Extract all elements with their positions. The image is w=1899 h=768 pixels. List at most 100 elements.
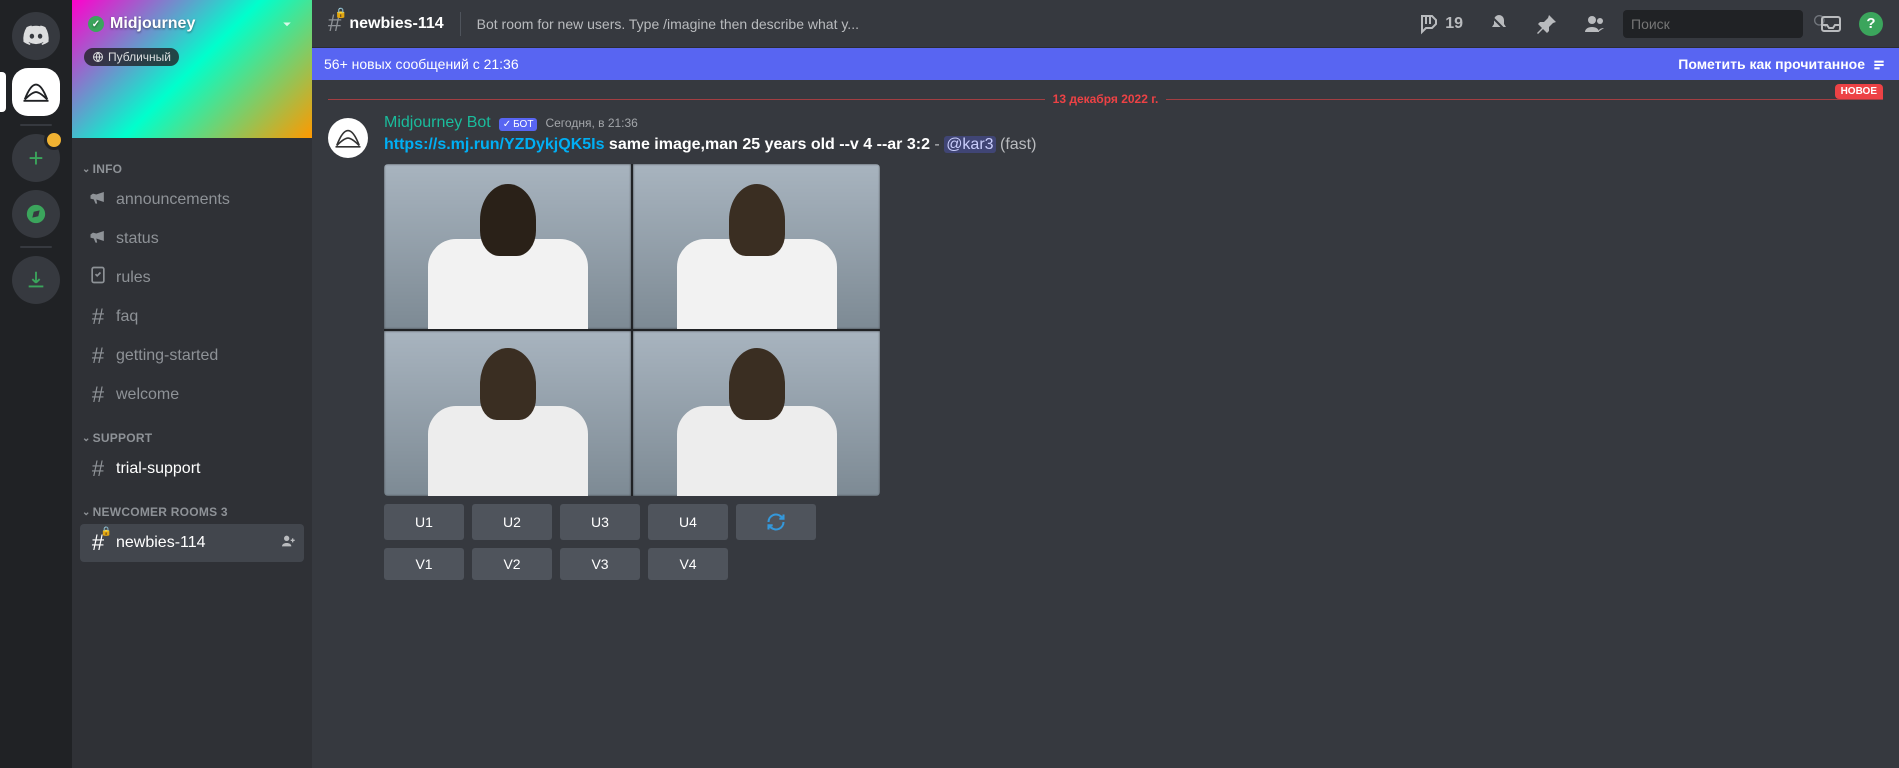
channel-label: rules (116, 269, 151, 287)
grid-image-1 (384, 164, 631, 329)
channel-topic[interactable]: Bot room for new users. Type /imagine th… (477, 16, 859, 32)
mention[interactable]: @kar3 (944, 136, 995, 153)
variation-v1-button[interactable]: V1 (384, 548, 464, 580)
update-badge (44, 130, 64, 150)
grid-image-2 (633, 164, 880, 329)
pinned-button[interactable] (1527, 12, 1567, 36)
help-button[interactable]: ? (1859, 12, 1883, 36)
category-newcomer-rooms-3[interactable]: ⌄ NEWCOMER ROOMS 3 (80, 489, 312, 523)
megaphone-icon (88, 187, 108, 213)
server-midjourney[interactable] (12, 68, 60, 116)
hash-icon: # (88, 382, 108, 408)
hashlock-icon: #🔒 (88, 530, 108, 556)
action-buttons: U1U2U3U4 V1V2V3V4 (384, 504, 1883, 580)
mark-read-icon (1871, 56, 1887, 72)
channel-title: newbies-114 (349, 15, 443, 33)
bot-tag: ✓ БОТ (499, 118, 538, 131)
channel-getting-started[interactable]: # getting-started (80, 337, 304, 375)
upscale-u1-button[interactable]: U1 (384, 504, 464, 540)
hash-icon: # (88, 343, 108, 369)
rules-icon (88, 265, 108, 291)
channel-welcome[interactable]: # welcome (80, 376, 304, 414)
new-messages-text: 56+ новых сообщений с 21:36 (324, 56, 519, 72)
mark-read-button[interactable]: Пометить как прочитанное (1678, 56, 1887, 72)
variation-v4-button[interactable]: V4 (648, 548, 728, 580)
inbox-icon (1819, 12, 1843, 36)
new-pill: НОВОЕ (1835, 84, 1883, 99)
grid-image-4 (633, 331, 880, 496)
server-divider (20, 124, 52, 126)
create-invite-icon[interactable] (280, 533, 296, 554)
server-banner: ✓ Midjourney Публичный (72, 0, 312, 138)
server-list: + (0, 0, 72, 768)
reroll-button[interactable] (736, 504, 816, 540)
search-box[interactable] (1623, 10, 1803, 38)
channel-list[interactable]: ⌄ INFOannouncements status rules # faq # getti… (72, 138, 312, 768)
download-apps-button[interactable] (12, 256, 60, 304)
download-icon (25, 269, 47, 291)
message-list[interactable]: 13 декабря 2022 г. НОВОЕ Midjourney Bot … (312, 80, 1899, 768)
message-content: https://s.mj.run/YZDykjQK5Is same image,… (384, 134, 1883, 156)
channel-faq[interactable]: # faq (80, 298, 304, 336)
category-support[interactable]: ⌄ SUPPORT (80, 415, 312, 449)
topbar-separator (460, 12, 461, 36)
category-info[interactable]: ⌄ INFO (80, 146, 312, 180)
message-author[interactable]: Midjourney Bot (384, 114, 491, 132)
hash-icon: # (88, 456, 108, 482)
search-input[interactable] (1631, 16, 1812, 32)
prompt-link[interactable]: https://s.mj.run/YZDykjQK5Is (384, 136, 604, 153)
channel-rules[interactable]: rules (80, 259, 304, 297)
channel-label: trial-support (116, 460, 200, 478)
pin-icon (1535, 12, 1559, 36)
main-panel: #🔒 newbies-114 Bot room for new users. T… (312, 0, 1899, 768)
channel-sidebar: ✓ Midjourney Публичный ⌄ INFOannouncemen… (72, 0, 312, 768)
upscale-u4-button[interactable]: U4 (648, 504, 728, 540)
explore-servers-button[interactable] (12, 190, 60, 238)
channel-label: newbies-114 (116, 534, 206, 552)
image-attachment[interactable] (384, 164, 880, 496)
channel-label: faq (116, 308, 138, 326)
new-messages-bar[interactable]: 56+ новых сообщений с 21:36 Пометить как… (312, 48, 1899, 80)
hash-lock-icon: #🔒 (328, 10, 341, 38)
channel-label: welcome (116, 386, 179, 404)
midjourney-avatar-icon (333, 123, 363, 153)
channel-announcements[interactable]: announcements (80, 181, 304, 219)
hash-icon: # (88, 304, 108, 330)
midjourney-icon (21, 77, 51, 107)
chevron-down-icon: ⌄ (82, 433, 91, 444)
bell-mute-icon (1487, 12, 1511, 36)
upscale-u2-button[interactable]: U2 (472, 504, 552, 540)
add-server-button[interactable]: + (12, 134, 60, 182)
variation-v3-button[interactable]: V3 (560, 548, 640, 580)
variation-v2-button[interactable]: V2 (472, 548, 552, 580)
server-header[interactable]: ✓ Midjourney (72, 0, 312, 48)
channel-status[interactable]: status (80, 220, 304, 258)
members-button[interactable] (1575, 12, 1615, 36)
channel-trial-support[interactable]: # trial-support (80, 450, 304, 488)
inbox-button[interactable] (1811, 12, 1851, 36)
server-name: Midjourney (110, 15, 195, 33)
threads-button[interactable]: 19 (1409, 12, 1471, 36)
channel-newbies-114[interactable]: #🔒 newbies-114 (80, 524, 304, 562)
server-divider-2 (20, 246, 52, 248)
globe-icon (92, 51, 104, 63)
avatar[interactable] (328, 118, 368, 158)
channel-label: status (116, 230, 159, 248)
chevron-down-icon: ⌄ (82, 164, 91, 175)
discord-logo-icon (22, 22, 50, 50)
chevron-down-icon: ⌄ (82, 507, 91, 518)
message: Midjourney Bot ✓ БОТ Сегодня, в 21:36 ht… (312, 106, 1899, 580)
prompt-text: same image,man 25 years old --v 4 --ar 3… (604, 136, 929, 153)
refresh-icon (766, 512, 786, 532)
mute-button[interactable] (1479, 12, 1519, 36)
channel-label: getting-started (116, 347, 218, 365)
upscale-u3-button[interactable]: U3 (560, 504, 640, 540)
message-timestamp: Сегодня, в 21:36 (545, 116, 637, 130)
people-icon (1583, 12, 1607, 36)
grid-image-3 (384, 331, 631, 496)
mode-label: (fast) (996, 136, 1037, 153)
public-tag: Публичный (84, 48, 179, 66)
verified-icon: ✓ (88, 16, 104, 32)
home-button[interactable] (12, 12, 60, 60)
channel-topbar: #🔒 newbies-114 Bot room for new users. T… (312, 0, 1899, 48)
